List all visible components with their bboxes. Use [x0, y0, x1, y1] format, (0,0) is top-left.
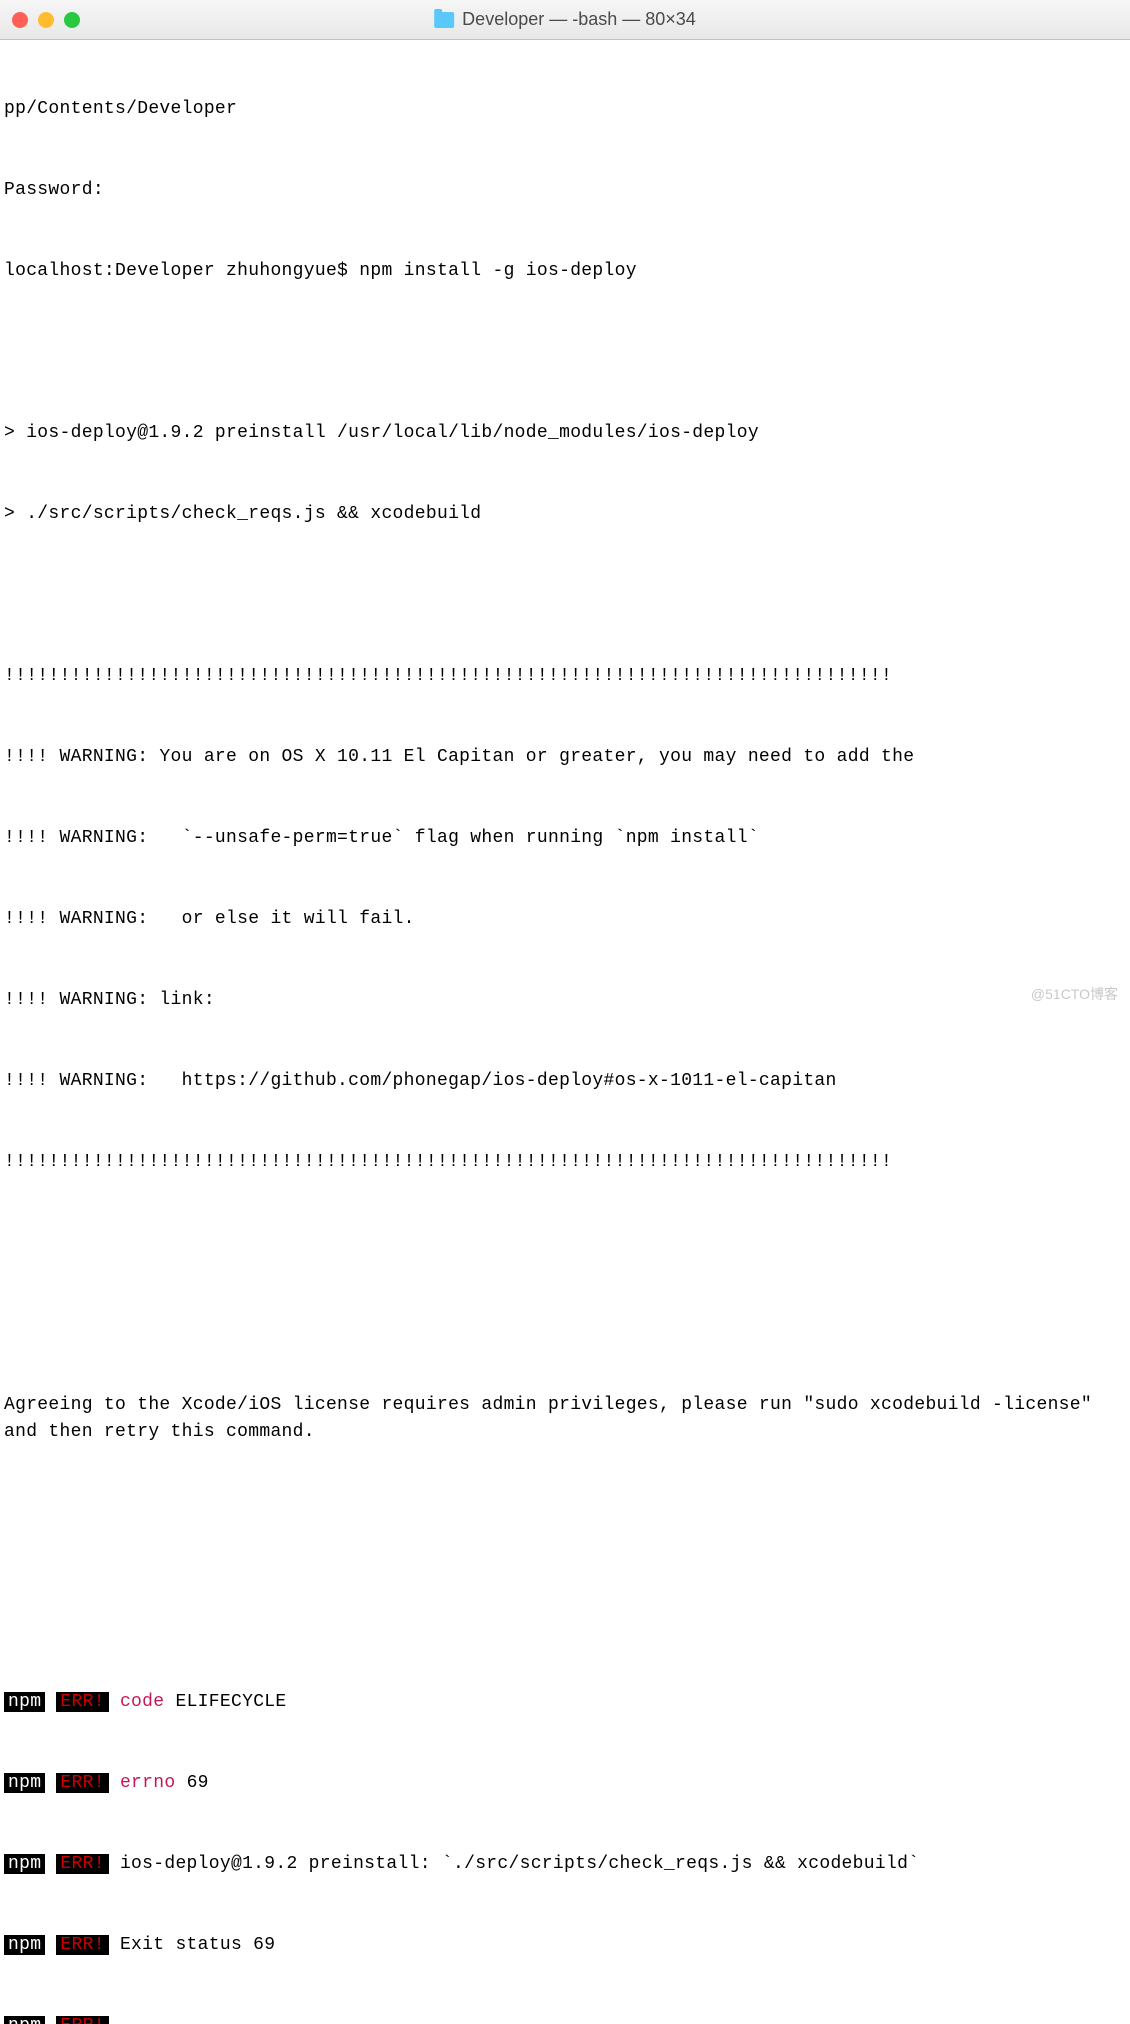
terminal-line — [4, 1311, 1126, 1338]
err-value: 69 — [175, 1773, 208, 1793]
terminal-line: !!!!!!!!!!!!!!!!!!!!!!!!!!!!!!!!!!!!!!!!… — [4, 1149, 1126, 1176]
watermark: @51CTO博客 — [1031, 984, 1118, 1004]
minimize-button[interactable] — [38, 12, 54, 28]
window-title: Developer — -bash — 80×34 — [434, 9, 696, 30]
err-badge: ERR! — [56, 1692, 108, 1712]
terminal-line: localhost:Developer zhuhongyue$ npm inst… — [4, 258, 1126, 285]
err-value: Exit status 69 — [109, 1935, 276, 1955]
terminal-line: Agreeing to the Xcode/iOS license requir… — [4, 1392, 1126, 1446]
terminal-line: pp/Contents/Developer — [4, 96, 1126, 123]
close-button[interactable] — [12, 12, 28, 28]
window-title-text: Developer — -bash — 80×34 — [462, 9, 696, 30]
err-key: errno — [120, 1773, 176, 1793]
folder-icon — [434, 12, 454, 28]
err-value: ios-deploy@1.9.2 preinstall: `./src/scri… — [109, 1854, 919, 1874]
terminal-line — [4, 1581, 1126, 1608]
err-value: ELIFECYCLE — [164, 1692, 286, 1712]
terminal-line: !!!! WARNING: You are on OS X 10.11 El C… — [4, 744, 1126, 771]
terminal-line: !!!!!!!!!!!!!!!!!!!!!!!!!!!!!!!!!!!!!!!!… — [4, 663, 1126, 690]
terminal-line — [4, 1230, 1126, 1257]
npm-error-line: npm ERR! code ELIFECYCLE — [4, 1689, 1126, 1716]
npm-badge: npm — [4, 1692, 45, 1712]
terminal-line — [4, 339, 1126, 366]
terminal-line: !!!! WARNING: `--unsafe-perm=true` flag … — [4, 825, 1126, 852]
npm-badge: npm — [4, 1935, 45, 1955]
terminal-line — [4, 1500, 1126, 1527]
window-titlebar: Developer — -bash — 80×34 — [0, 0, 1130, 40]
npm-error-line: npm ERR! — [4, 2013, 1126, 2024]
terminal-line: > ios-deploy@1.9.2 preinstall /usr/local… — [4, 420, 1126, 447]
npm-badge: npm — [4, 1854, 45, 1874]
npm-error-line: npm ERR! ios-deploy@1.9.2 preinstall: `.… — [4, 1851, 1126, 1878]
maximize-button[interactable] — [64, 12, 80, 28]
terminal-line: > ./src/scripts/check_reqs.js && xcodebu… — [4, 501, 1126, 528]
npm-error-line: npm ERR! errno 69 — [4, 1770, 1126, 1797]
npm-badge: npm — [4, 1773, 45, 1793]
err-badge: ERR! — [56, 1854, 108, 1874]
terminal-line: !!!! WARNING: or else it will fail. — [4, 906, 1126, 933]
err-badge: ERR! — [56, 1773, 108, 1793]
npm-error-line: npm ERR! Exit status 69 — [4, 1932, 1126, 1959]
terminal-line: Password: — [4, 177, 1126, 204]
terminal-output[interactable]: pp/Contents/Developer Password: localhos… — [0, 40, 1130, 2024]
terminal-line: !!!! WARNING: link: — [4, 987, 1126, 1014]
err-key: code — [120, 1692, 164, 1712]
terminal-line — [4, 582, 1126, 609]
traffic-lights — [12, 12, 80, 28]
err-badge: ERR! — [56, 2016, 108, 2024]
err-badge: ERR! — [56, 1935, 108, 1955]
terminal-line: !!!! WARNING: https://github.com/phonega… — [4, 1068, 1126, 1095]
npm-badge: npm — [4, 2016, 45, 2024]
